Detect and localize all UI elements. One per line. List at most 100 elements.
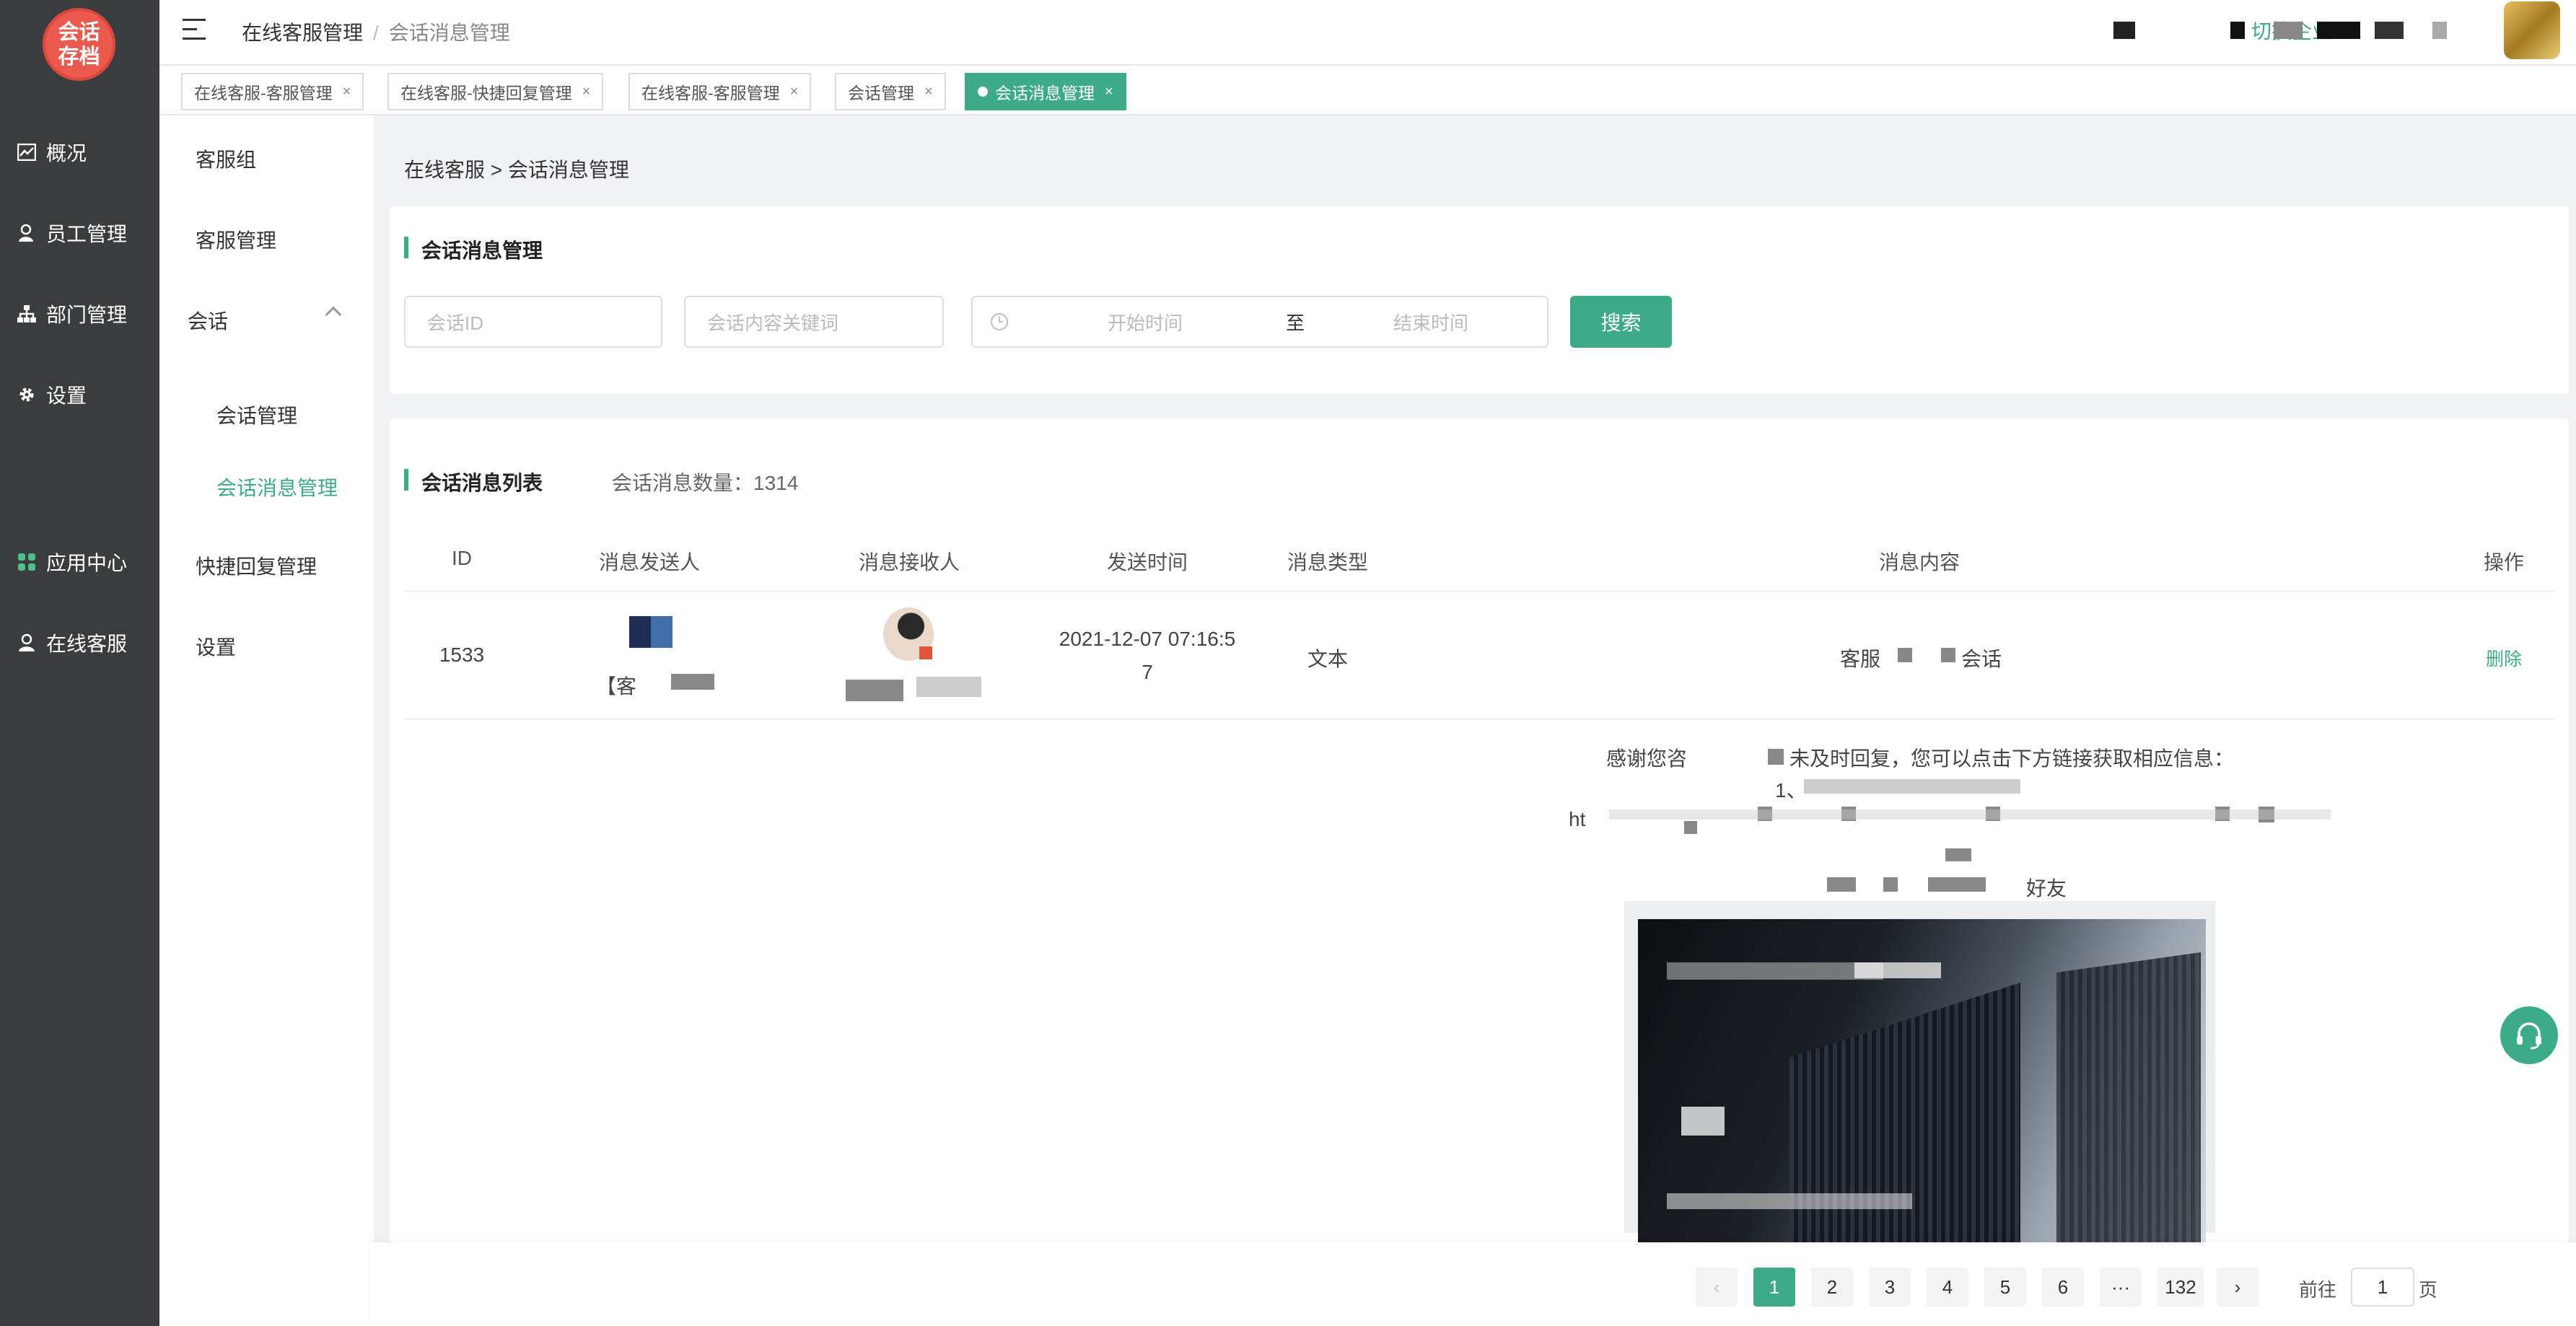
redacted-block bbox=[2274, 22, 2303, 39]
redacted-text bbox=[1804, 779, 2020, 794]
cell-sender: 【客 bbox=[596, 675, 637, 698]
redacted-sender bbox=[671, 674, 714, 690]
goto-label: 前往 bbox=[2299, 1279, 2337, 1301]
subnav-quick-reply[interactable]: 快捷回复管理 bbox=[196, 551, 317, 580]
redacted-text bbox=[1945, 848, 1971, 861]
close-icon[interactable]: × bbox=[790, 84, 799, 100]
page-6[interactable]: 6 bbox=[2042, 1268, 2084, 1307]
col-send-time: 发送时间 bbox=[1106, 551, 1188, 574]
main-sidebar: 会话 存档 概况 员工管理 部门管理 设置 应用中心 在线客服 bbox=[0, 0, 159, 1326]
nav-overview[interactable]: 概况 bbox=[16, 131, 153, 174]
subnav-settings[interactable]: 设置 bbox=[196, 632, 236, 661]
col-id: ID bbox=[452, 547, 472, 569]
redacted-company-name bbox=[2113, 22, 2135, 39]
col-msg-content: 消息内容 bbox=[1878, 551, 1960, 574]
list-title: 会话消息列表 bbox=[404, 467, 543, 496]
subnav-session-messages[interactable]: 会话消息管理 bbox=[216, 473, 338, 501]
chart-icon bbox=[16, 141, 38, 163]
close-icon[interactable]: × bbox=[343, 84, 351, 100]
search-button[interactable]: 搜索 bbox=[1570, 296, 1672, 348]
prev-page-button[interactable]: ‹ bbox=[1696, 1268, 1738, 1307]
tab-label: 会话管理 bbox=[848, 84, 914, 102]
tab-agent-manage[interactable]: 在线客服-客服管理 × bbox=[181, 73, 364, 110]
redacted-text bbox=[1768, 749, 1784, 765]
org-icon bbox=[16, 303, 38, 325]
redacted-url bbox=[1684, 821, 1697, 834]
subnav-session-manage[interactable]: 会话管理 bbox=[216, 400, 297, 429]
col-receiver: 消息接收人 bbox=[858, 551, 960, 574]
nav-staff-label: 员工管理 bbox=[46, 223, 128, 245]
end-time-field[interactable]: 结束时间 bbox=[1355, 309, 1507, 335]
breadcrumb-current: 会话消息管理 bbox=[388, 22, 510, 44]
clock-icon bbox=[990, 312, 1009, 331]
close-icon[interactable]: × bbox=[924, 84, 933, 100]
page-2[interactable]: 2 bbox=[1811, 1268, 1853, 1307]
nav-settings[interactable]: 设置 bbox=[16, 373, 153, 416]
redacted-content bbox=[1941, 648, 1955, 662]
top-header: 在线客服管理/会话消息管理 切换企业 bbox=[159, 0, 2576, 66]
redacted-block bbox=[2317, 22, 2360, 39]
tab-agent-manage-2[interactable]: 在线客服-客服管理 × bbox=[628, 73, 812, 110]
nav-overview-label: 概况 bbox=[46, 142, 87, 164]
range-separator: 至 bbox=[1286, 312, 1305, 334]
user-icon bbox=[16, 222, 38, 244]
menu-toggle-icon[interactable] bbox=[183, 19, 207, 40]
nav-online-service[interactable]: 在线客服 bbox=[16, 621, 153, 664]
message-image[interactable] bbox=[1638, 919, 2206, 1244]
header-divider bbox=[404, 590, 2554, 592]
goto-page-input[interactable]: 1 bbox=[2351, 1268, 2414, 1307]
subnav-agent-group[interactable]: 客服组 bbox=[196, 144, 256, 173]
user-icon bbox=[16, 632, 38, 654]
page-4[interactable]: 4 bbox=[1927, 1268, 1968, 1307]
msg-line2: 1、 bbox=[1775, 779, 1807, 802]
tab-session-manage[interactable]: 会话管理 × bbox=[835, 73, 946, 110]
nav-app-center-label: 应用中心 bbox=[46, 552, 128, 574]
user-avatar[interactable] bbox=[2504, 1, 2560, 59]
redacted-text bbox=[1883, 877, 1898, 892]
message-count-value: 1314 bbox=[753, 472, 799, 494]
page-5[interactable]: 5 bbox=[1984, 1268, 2026, 1307]
redacted-block bbox=[2230, 22, 2245, 39]
next-page-button[interactable]: › bbox=[2217, 1268, 2259, 1307]
redacted-text bbox=[1827, 877, 1856, 892]
nav-app-center[interactable]: 应用中心 bbox=[16, 540, 153, 584]
page-1[interactable]: 1 bbox=[1753, 1268, 1795, 1307]
page-breadcrumb: 在线客服 > 会话消息管理 bbox=[404, 159, 629, 181]
page-last[interactable]: 132 bbox=[2157, 1268, 2204, 1307]
subnav-session[interactable]: 会话 bbox=[188, 306, 228, 335]
cell-id: 1533 bbox=[439, 644, 485, 666]
redacted-block bbox=[2432, 22, 2447, 39]
goto-suffix: 页 bbox=[2419, 1279, 2438, 1301]
page-3[interactable]: 3 bbox=[1869, 1268, 1911, 1307]
message-count: 会话消息数量：1314 bbox=[612, 467, 798, 496]
message-count-label: 会话消息数量： bbox=[612, 472, 754, 494]
cell-time-line1: 2021-12-07 07:16:5 bbox=[1059, 628, 1236, 650]
breadcrumb-separator: / bbox=[373, 22, 379, 44]
close-icon[interactable]: × bbox=[1105, 84, 1113, 100]
filter-title: 会话消息管理 bbox=[404, 235, 543, 264]
page-ellipsis[interactable]: ··· bbox=[2100, 1268, 2142, 1307]
customer-service-icon[interactable] bbox=[2500, 1006, 2558, 1064]
nav-staff[interactable]: 员工管理 bbox=[16, 211, 153, 255]
page-tabs: 在线客服-客服管理 × 在线客服-快捷回复管理 × 在线客服-客服管理 × 会话管理 ×… bbox=[159, 66, 2576, 115]
tab-quick-reply[interactable]: 在线客服-快捷回复管理 × bbox=[387, 73, 604, 110]
redacted-receiver bbox=[846, 680, 903, 701]
msg-line3: ht bbox=[1569, 808, 1586, 830]
breadcrumb: 在线客服管理 / 会话消息管理 bbox=[242, 17, 510, 46]
gear-icon bbox=[16, 384, 38, 405]
date-range-picker[interactable]: 开始时间 至 结束时间 bbox=[971, 296, 1548, 348]
start-time-field[interactable]: 开始时间 bbox=[1069, 309, 1221, 335]
breadcrumb-root[interactable]: 在线客服管理 bbox=[242, 22, 363, 44]
tab-session-messages[interactable]: 会话消息管理 × bbox=[965, 73, 1126, 110]
tab-label: 在线客服-客服管理 bbox=[194, 84, 333, 102]
app-logo: 会话 存档 bbox=[43, 8, 115, 81]
cell-content-post: 会话 bbox=[1961, 648, 2002, 670]
keyword-input[interactable]: 会话内容关键词 bbox=[684, 296, 944, 348]
session-id-input[interactable]: 会话ID bbox=[404, 296, 662, 348]
nav-online-service-label: 在线客服 bbox=[46, 633, 128, 655]
nav-department[interactable]: 部门管理 bbox=[16, 292, 153, 335]
cell-content-pre: 客服 bbox=[1840, 648, 1881, 670]
close-icon[interactable]: × bbox=[582, 84, 591, 100]
subnav-agent-manage[interactable]: 客服管理 bbox=[196, 225, 276, 254]
delete-link[interactable]: 删除 bbox=[2468, 645, 2540, 671]
